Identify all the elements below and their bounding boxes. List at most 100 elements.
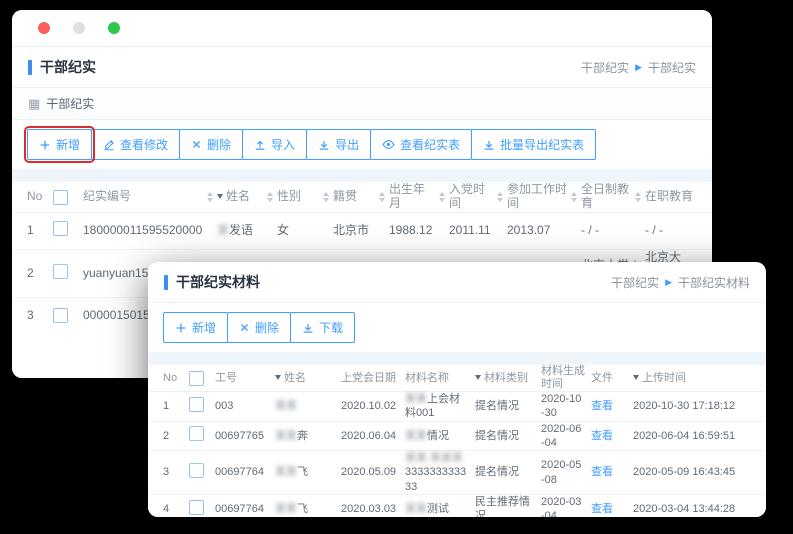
page-title: 干部纪实 [28, 57, 96, 77]
title-marker [164, 275, 168, 290]
view-link[interactable]: 查看 [591, 430, 613, 442]
select-all-checkbox[interactable] [189, 371, 204, 386]
material-name-cell: 某某上会材料001 [405, 392, 475, 421]
filter-icon[interactable] [475, 375, 481, 380]
row-checkbox[interactable] [53, 264, 68, 279]
sort-icon[interactable] [435, 192, 445, 202]
export-button[interactable]: 导出 [306, 129, 371, 160]
material-table: No 工号 姓名 上党会日期 材料名称 材料类别 材料生成时间 文件 上传时间 … [148, 365, 766, 517]
import-button[interactable]: 导入 [242, 129, 307, 160]
view-edit-button[interactable]: 查看修改 [91, 129, 180, 160]
redacted-text: 某 [217, 223, 229, 237]
add-button[interactable]: 新增 [163, 312, 228, 343]
name-cell: 某某 [275, 399, 341, 413]
view-link[interactable]: 查看 [591, 466, 613, 478]
table-row: 1 180000011595520000 某发语 女 北京市 1988.12 2… [12, 213, 712, 250]
column-header-no: No [163, 372, 189, 385]
column-header-no: No [27, 190, 53, 204]
sort-icon[interactable] [263, 192, 273, 202]
view-link[interactable]: 查看 [591, 503, 613, 515]
plus-icon [39, 139, 51, 151]
table-header-row: No 纪实编号 姓名 性别 籍贯 出生年月 入党时间 参加工作时间 全日制教育 … [12, 182, 712, 213]
row-checkbox[interactable] [189, 397, 204, 412]
redacted-text: 某某 [405, 503, 427, 515]
table-row: 3 00697764 某某飞 2020.05.09 某某 某某某33333333… [148, 451, 766, 495]
row-checkbox[interactable] [53, 221, 68, 236]
page-title: 干部纪实材料 [164, 272, 260, 292]
name-cell: 某某飞 [275, 465, 341, 479]
download-button[interactable]: 下载 [290, 312, 355, 343]
delete-button[interactable]: 删除 [227, 312, 291, 343]
front-window: 干部纪实材料 干部纪实 ▶ 干部纪实材料 新增 删除 下载 No 工号 姓名 上… [148, 262, 766, 517]
column-header-material-type[interactable]: 材料类别 [475, 372, 541, 385]
x-icon [239, 322, 250, 333]
column-header-onjob-edu[interactable]: 在职教育 [645, 190, 697, 204]
table-row: 2 00697765 某某奔 2020.06.04 某某情况 提名情况 2020… [148, 422, 766, 452]
column-header-fulltime-edu[interactable]: 全日制教育 [581, 183, 645, 211]
back-page-header: 干部纪实 干部纪实 ▶ 干部纪实 [12, 47, 712, 88]
material-name-cell: 某某测试 [405, 502, 475, 516]
breadcrumb-separator-icon: ▶ [635, 62, 642, 73]
batch-export-button[interactable]: 批量导出纪实表 [471, 129, 596, 160]
row-checkbox[interactable] [189, 463, 204, 478]
delete-button[interactable]: 删除 [179, 129, 243, 160]
row-checkbox[interactable] [189, 426, 204, 441]
column-header-generated: 材料生成时间 [541, 365, 591, 390]
column-header-name[interactable]: 姓名 [217, 190, 277, 204]
window-titlebar [12, 10, 712, 47]
table-top-band [12, 169, 712, 182]
sort-icon[interactable] [203, 192, 213, 202]
back-toolbar: 新增 查看修改 删除 导入 导出 查看纪实表 批量导出纪实表 [12, 120, 712, 169]
table-top-band [148, 352, 766, 365]
column-header-uploaded[interactable]: 上传时间 [633, 372, 751, 385]
column-header-gender[interactable]: 性别 [277, 190, 333, 204]
column-header-file: 文件 [591, 372, 633, 385]
filter-icon[interactable] [633, 375, 639, 380]
breadcrumb-item: 干部纪实 [648, 59, 696, 76]
name-cell: 某发语 [217, 223, 277, 239]
traffic-light-gray-icon[interactable] [73, 22, 85, 34]
column-header-meeting-date: 上党会日期 [341, 372, 405, 385]
column-header-birth[interactable]: 出生年月 [389, 183, 449, 211]
material-name-cell: 某某情况 [405, 429, 475, 443]
column-header-party-date[interactable]: 入党时间 [449, 183, 507, 211]
view-record-sheet-button[interactable]: 查看纪实表 [370, 129, 472, 160]
header-checkbox-cell [53, 190, 83, 205]
table-row: 1 003 某某 2020.10.02 某某上会材料001 提名情况 2020-… [148, 392, 766, 422]
traffic-light-green-icon[interactable] [108, 22, 120, 34]
eye-icon [382, 138, 395, 151]
name-cell: 某某飞 [275, 502, 341, 516]
redacted-text: 某某 [275, 503, 297, 515]
breadcrumb-item[interactable]: 干部纪实 [581, 59, 629, 76]
traffic-light-red-icon[interactable] [38, 22, 50, 34]
title-marker [28, 60, 32, 75]
redacted-text: 某某 [275, 400, 297, 412]
table-row: 4 00697764 某某飞 2020.03.03 某某测试 民主推荐情况 20… [148, 495, 766, 517]
table-header-row: No 工号 姓名 上党会日期 材料名称 材料类别 材料生成时间 文件 上传时间 [148, 365, 766, 392]
upload-icon [254, 139, 266, 151]
breadcrumb: 干部纪实 ▶ 干部纪实 [581, 59, 696, 76]
redacted-text: 某某 某某某 [405, 452, 463, 464]
filter-icon[interactable] [275, 375, 281, 380]
add-button[interactable]: 新增 [27, 129, 92, 160]
select-all-checkbox[interactable] [53, 190, 68, 205]
sort-icon[interactable] [567, 192, 577, 202]
x-icon [191, 139, 202, 150]
front-toolbar: 新增 删除 下载 [148, 303, 766, 352]
column-header-record-id[interactable]: 纪实编号 [83, 190, 217, 204]
row-checkbox[interactable] [53, 308, 68, 323]
breadcrumb-item[interactable]: 干部纪实 [611, 274, 659, 291]
sort-icon[interactable] [319, 192, 329, 202]
sort-icon[interactable] [631, 192, 641, 202]
row-checkbox[interactable] [189, 500, 204, 515]
plus-icon [175, 322, 187, 334]
column-header-native[interactable]: 籍贯 [333, 190, 389, 204]
sort-icon[interactable] [493, 192, 503, 202]
filter-icon[interactable] [217, 194, 223, 199]
column-header-work-date[interactable]: 参加工作时间 [507, 183, 581, 211]
breadcrumb-item: 干部纪实材料 [678, 274, 750, 291]
view-link[interactable]: 查看 [591, 400, 613, 412]
column-header-name[interactable]: 姓名 [275, 372, 341, 385]
sort-icon[interactable] [375, 192, 385, 202]
front-page-header: 干部纪实材料 干部纪实 ▶ 干部纪实材料 [148, 262, 766, 303]
